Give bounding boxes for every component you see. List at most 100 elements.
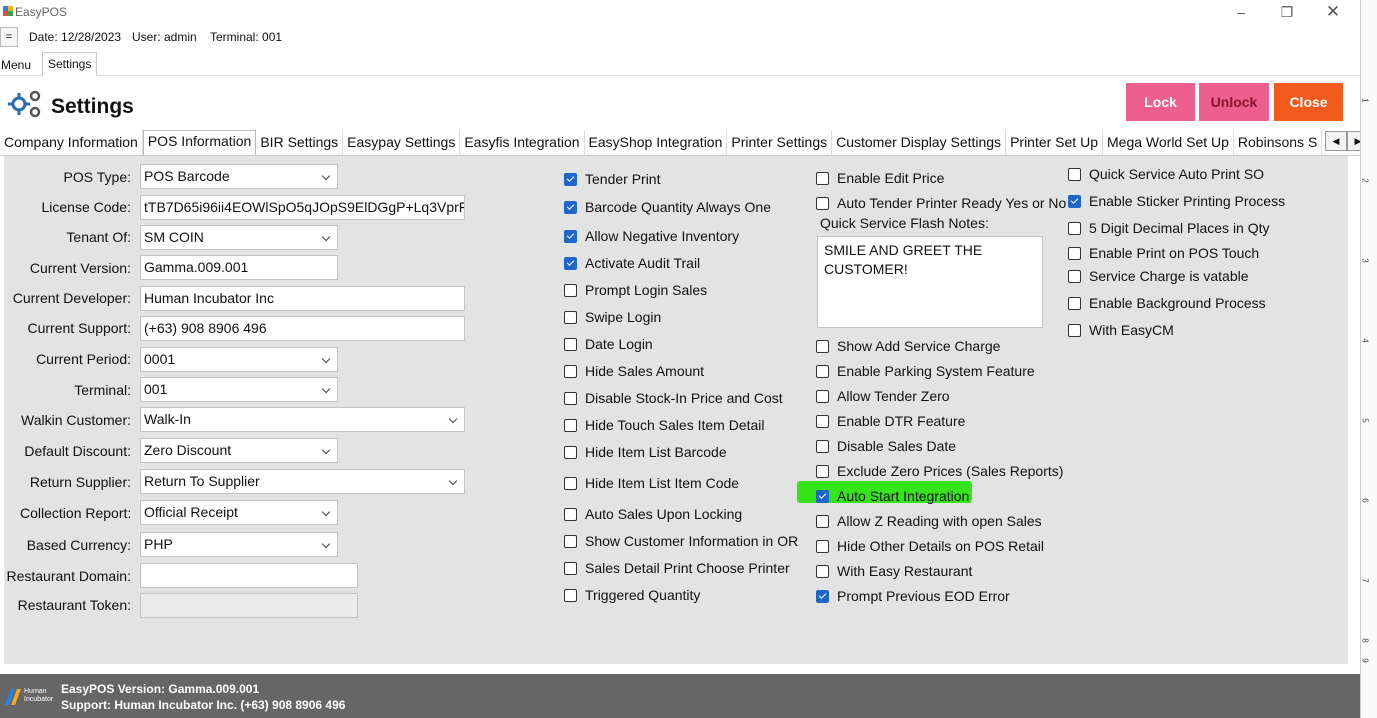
checkbox-enable-print-on-pos-touch[interactable]: Enable Print on POS Touch <box>1068 245 1259 261</box>
checkbox-unchecked-icon[interactable] <box>1068 296 1081 310</box>
checkbox-unchecked-icon[interactable] <box>816 439 829 453</box>
checkbox-checked-icon[interactable] <box>564 200 577 214</box>
checkbox-5-digit-decimal-places-in-qty[interactable]: 5 Digit Decimal Places in Qty <box>1068 220 1270 236</box>
tab-customer-display-settings[interactable]: Customer Display Settings <box>832 130 1007 155</box>
checkbox-disable-sales-date[interactable]: Disable Sales Date <box>816 438 956 454</box>
checkbox-prompt-previous-eod-error[interactable]: Prompt Previous EOD Error <box>816 588 1010 604</box>
tab-robinsons[interactable]: Robinsons S <box>1234 130 1323 155</box>
checkbox-unchecked-icon[interactable] <box>816 196 829 210</box>
checkbox-date-login[interactable]: Date Login <box>564 336 653 352</box>
checkbox-hide-other-details-on-pos-retail[interactable]: Hide Other Details on POS Retail <box>816 538 1044 554</box>
checkbox-unchecked-icon[interactable] <box>816 364 829 378</box>
unlock-button[interactable]: Unlock <box>1199 83 1269 121</box>
checkbox-triggered-quantity[interactable]: Triggered Quantity <box>564 587 700 603</box>
checkbox-disable-stock-in-price-and-cost[interactable]: Disable Stock-In Price and Cost <box>564 390 783 406</box>
checkbox-checked-icon[interactable] <box>816 589 829 603</box>
close-button[interactable]: Close <box>1274 83 1343 121</box>
checkbox-unchecked-icon[interactable] <box>1068 246 1081 260</box>
checkbox-enable-background-process[interactable]: Enable Background Process <box>1068 295 1266 311</box>
checkbox-tender-print[interactable]: Tender Print <box>564 171 660 187</box>
current-version-field[interactable]: Gamma.009.001 <box>140 255 338 280</box>
tab-company-information[interactable]: Company Information <box>0 130 143 155</box>
flash-notes-textarea[interactable]: SMILE AND GREET THE CUSTOMER! <box>817 236 1043 328</box>
checkbox-unchecked-icon[interactable] <box>564 391 577 405</box>
checkbox-unchecked-icon[interactable] <box>564 418 577 432</box>
checkbox-checked-icon[interactable] <box>816 489 829 503</box>
checkbox-auto-start-integration[interactable]: Auto Start Integration <box>816 488 969 504</box>
checkbox-enable-parking-system-feature[interactable]: Enable Parking System Feature <box>816 363 1035 379</box>
checkbox-with-easy-restaurant[interactable]: With Easy Restaurant <box>816 563 972 579</box>
tab-bir-settings[interactable]: BIR Settings <box>256 130 344 155</box>
based-currency-select[interactable]: PHP <box>140 532 338 557</box>
checkbox-auto-tender-printer-ready-yes-or-no[interactable]: Auto Tender Printer Ready Yes or No <box>816 195 1066 211</box>
checkbox-swipe-login[interactable]: Swipe Login <box>564 309 661 325</box>
checkbox-unchecked-icon[interactable] <box>564 561 577 575</box>
tab-easypay-settings[interactable]: Easypay Settings <box>343 130 461 155</box>
checkbox-unchecked-icon[interactable] <box>1068 221 1081 235</box>
walkin-customer-select[interactable]: Walk-In <box>140 407 465 432</box>
close-window-icon[interactable]: ✕ <box>1310 0 1356 24</box>
checkbox-unchecked-icon[interactable] <box>816 389 829 403</box>
checkbox-hide-touch-sales-item-detail[interactable]: Hide Touch Sales Item Detail <box>564 417 765 433</box>
checkbox-checked-icon[interactable] <box>564 229 577 243</box>
tab-printer-settings[interactable]: Printer Settings <box>727 130 833 155</box>
checkbox-checked-icon[interactable] <box>1068 194 1081 208</box>
checkbox-show-add-service-charge[interactable]: Show Add Service Charge <box>816 338 1000 354</box>
checkbox-checked-icon[interactable] <box>564 256 577 270</box>
checkbox-with-easycm[interactable]: With EasyCM <box>1068 322 1174 338</box>
current-period-select[interactable]: 0001 <box>140 347 338 372</box>
checkbox-unchecked-icon[interactable] <box>816 171 829 185</box>
restaurant-domain-field[interactable] <box>140 563 358 588</box>
checkbox-allow-z-reading-with-open-sales[interactable]: Allow Z Reading with open Sales <box>816 513 1042 529</box>
tab-printer-set-up[interactable]: Printer Set Up <box>1006 130 1103 155</box>
tab-easyshop-integration[interactable]: EasyShop Integration <box>585 130 728 155</box>
checkbox-unchecked-icon[interactable] <box>564 507 577 521</box>
checkbox-unchecked-icon[interactable] <box>1068 323 1081 337</box>
checkbox-enable-dtr-feature[interactable]: Enable DTR Feature <box>816 413 965 429</box>
checkbox-sales-detail-print-choose-printer[interactable]: Sales Detail Print Choose Printer <box>564 560 790 576</box>
checkbox-unchecked-icon[interactable] <box>816 339 829 353</box>
checkbox-unchecked-icon[interactable] <box>816 464 829 478</box>
checkbox-quick-service-auto-print-so[interactable]: Quick Service Auto Print SO <box>1068 166 1264 182</box>
collection-report-select[interactable]: Official Receipt <box>140 500 338 525</box>
tab-scroll-left-icon[interactable]: ◀ <box>1325 131 1347 151</box>
checkbox-unchecked-icon[interactable] <box>1068 269 1081 283</box>
checkbox-auto-sales-upon-locking[interactable]: Auto Sales Upon Locking <box>564 506 742 522</box>
default-discount-select[interactable]: Zero Discount <box>140 438 338 463</box>
checkbox-unchecked-icon[interactable] <box>564 476 577 490</box>
tenant-of-select[interactable]: SM COIN <box>140 225 338 250</box>
checkbox-prompt-login-sales[interactable]: Prompt Login Sales <box>564 282 707 298</box>
tab-pos-information[interactable]: POS Information <box>142 130 257 155</box>
checkbox-hide-item-list-item-code[interactable]: Hide Item List Item Code <box>564 475 739 491</box>
checkbox-unchecked-icon[interactable] <box>564 310 577 324</box>
current-developer-field[interactable]: Human Incubator Inc <box>140 286 465 311</box>
hamburger-button[interactable]: = <box>0 27 18 47</box>
current-support-field[interactable]: (+63) 908 8906 496 <box>140 316 465 341</box>
checkbox-checked-icon[interactable] <box>564 172 577 186</box>
checkbox-unchecked-icon[interactable] <box>564 364 577 378</box>
menu-item-settings[interactable]: Settings <box>42 52 97 76</box>
checkbox-show-customer-information-in-or[interactable]: Show Customer Information in OR <box>564 533 798 549</box>
checkbox-unchecked-icon[interactable] <box>564 337 577 351</box>
tab-mega-world-set-up[interactable]: Mega World Set Up <box>1103 130 1234 155</box>
pos-type-select[interactable]: POS Barcode <box>140 164 338 189</box>
restore-icon[interactable]: ❐ <box>1264 0 1310 24</box>
tab-easyfis-integration[interactable]: Easyfis Integration <box>460 130 585 155</box>
checkbox-unchecked-icon[interactable] <box>564 445 577 459</box>
checkbox-unchecked-icon[interactable] <box>564 588 577 602</box>
checkbox-hide-sales-amount[interactable]: Hide Sales Amount <box>564 363 704 379</box>
checkbox-enable-sticker-printing-process[interactable]: Enable Sticker Printing Process <box>1068 193 1285 209</box>
license-code-field[interactable]: tTB7D65i96ii4EOWlSpO5qJOpS9ElDGgP+Lq3Vpr… <box>140 195 465 220</box>
minimize-icon[interactable]: – <box>1218 0 1264 24</box>
menu-item-menu[interactable]: Menu <box>1 58 31 72</box>
checkbox-barcode-quantity-always-one[interactable]: Barcode Quantity Always One <box>564 199 771 215</box>
checkbox-unchecked-icon[interactable] <box>1068 167 1081 181</box>
checkbox-unchecked-icon[interactable] <box>564 283 577 297</box>
checkbox-service-charge-is-vatable[interactable]: Service Charge is vatable <box>1068 268 1249 284</box>
checkbox-exclude-zero-prices-sales-reports[interactable]: Exclude Zero Prices (Sales Reports) <box>816 463 1063 479</box>
checkbox-activate-audit-trail[interactable]: Activate Audit Trail <box>564 255 700 271</box>
checkbox-unchecked-icon[interactable] <box>816 539 829 553</box>
return-supplier-select[interactable]: Return To Supplier <box>140 469 465 494</box>
terminal-select[interactable]: 001 <box>140 377 338 402</box>
checkbox-unchecked-icon[interactable] <box>816 514 829 528</box>
